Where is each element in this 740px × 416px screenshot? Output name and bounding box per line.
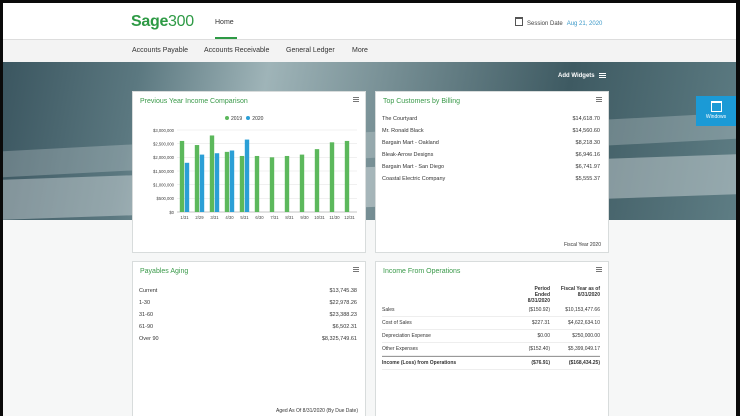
home-tab[interactable]: Home [215,19,234,26]
menu-icon [598,73,606,78]
session-date-value[interactable]: Aug 21, 2020 [567,21,603,27]
aging-list: Current $13,745.38 1-30 $22,978.26 31-60 $2… [139,286,357,346]
list-item[interactable]: Bargain Mart - San Diego $6,741.97 [382,162,600,174]
bar-2019-1/31[interactable] [179,140,185,212]
add-widgets-button[interactable]: Add Widgets [558,73,606,79]
windows-label: Windows [705,114,727,120]
income-bar-chart: $0 $500,000 $1,000,000 $1,500,000 $2,000,000… [153,128,357,220]
widget-footer: Fiscal Year 2020 [564,242,601,248]
list-item[interactable]: Bargain Mart - Oakland $8,218.30 [382,138,600,150]
col-fiscal-year: Fiscal Year as of 8/31/2020 [560,286,600,298]
table-row[interactable]: Cost of Sales $227.31 $4,622,634.10 [382,317,600,330]
app-window: Sage300 Home Session Date Aug 21, 2020 Ac… [3,3,736,416]
income-table: Period Ended 8/31/2020 Fiscal Year as of… [382,286,600,370]
logo-number: 300 [168,13,194,30]
widget-top-customers: Top Customers by Billing The Courtyard $1… [375,91,609,253]
top-bar: Sage300 Home Session Date Aug 21, 2020 [3,3,736,39]
bar-2019-5/31[interactable] [239,155,245,212]
table-row[interactable]: Other Expenses ($152.40) $5,399,049.17 [382,343,600,356]
nav-accounts-payable[interactable]: Accounts Payable [132,47,188,54]
bar-2020-2/29[interactable] [199,154,205,212]
widget-menu-icon[interactable] [596,97,602,102]
logo-word: Sage [131,13,169,30]
widget-title: Payables Aging [140,268,189,275]
bar-2019-11/30[interactable] [329,142,335,212]
widget-menu-icon[interactable] [353,97,359,102]
x-tick-label: 6/30 [255,215,264,220]
widget-menu-icon[interactable] [596,267,602,272]
x-tick-label: 4/30 [225,215,234,220]
list-item[interactable]: Bleak-Arrow Designs $6,946.16 [382,150,600,162]
hero-background [3,62,736,220]
x-tick-label: 2/29 [195,215,204,220]
x-tick-label: 9/30 [300,215,309,220]
y-tick-label: $3,000,000 [153,128,175,133]
bar-2020-5/31[interactable] [244,139,250,212]
window-icon [710,101,722,112]
list-item[interactable]: The Courtyard $14,618.70 [382,114,600,126]
bar-2019-6/30[interactable] [254,155,260,212]
module-nav: Accounts Payable Accounts Receivable Gen… [3,39,736,63]
widget-payables-aging: Payables Aging Current $13,745.38 1-30 $22… [132,261,366,416]
table-row[interactable]: Depreciation Expense $0.00 $250,000.00 [382,330,600,343]
add-widgets-label: Add Widgets [558,73,595,79]
bar-2020-3/31[interactable] [214,153,220,212]
x-tick-label: 3/31 [210,215,219,220]
table-header: Period Ended 8/31/2020 Fiscal Year as of… [382,286,600,304]
y-tick-label: $1,500,000 [153,169,175,174]
y-tick-label: $2,500,000 [153,141,175,146]
widget-title: Income From Operations [383,268,461,275]
bar-2019-4/30[interactable] [224,151,230,212]
y-tick-label: $0 [169,210,174,215]
bar-2019-12/31[interactable] [344,140,350,212]
widget-footer: Aged As Of 8/31/2020 (By Due Date) [276,408,358,414]
widget-title: Top Customers by Billing [383,98,461,105]
sage-logo[interactable]: Sage300 [131,13,194,31]
table-row-total[interactable]: Income (Loss) from Operations ($76.91) ($1… [382,356,600,370]
col-period-ended: Period Ended 8/31/2020 [527,286,550,304]
y-tick-label: $2,000,000 [153,155,175,160]
nav-more[interactable]: More [352,47,368,54]
x-tick-label: 8/31 [285,215,294,220]
bar-2019-10/31[interactable] [314,149,320,212]
list-item[interactable]: 1-30 $22,978.26 [139,298,357,310]
bar-2019-8/31[interactable] [284,155,290,212]
x-tick-label: 10/31 [314,215,325,220]
list-item[interactable]: 61-90 $6,502.31 [139,322,357,334]
list-item[interactable]: Current $13,745.38 [139,286,357,298]
nav-general-ledger[interactable]: General Ledger [286,47,335,54]
x-tick-label: 11/30 [329,215,340,220]
session-date[interactable]: Session Date Aug 21, 2020 [515,17,602,27]
bar-2020-4/30[interactable] [229,150,235,213]
nav-accounts-receivable[interactable]: Accounts Receivable [204,47,269,54]
content-background [3,220,736,416]
x-tick-label: 5/31 [240,215,249,220]
calendar-icon [515,17,523,26]
y-tick-label: $500,000 [157,196,175,201]
x-tick-label: 12/31 [344,215,355,220]
widget-title: Previous Year Income Comparison [140,98,248,105]
windows-button[interactable]: Windows [696,96,736,126]
widget-income-operations: Income From Operations Period Ended 8/31… [375,261,609,416]
bar-2019-9/30[interactable] [299,154,305,212]
list-item[interactable]: Mr. Ronald Black $14,560.60 [382,126,600,138]
legend-swatch-2019 [225,116,229,120]
x-tick-label: 1/31 [180,215,189,220]
legend-swatch-2020 [246,116,251,120]
list-item[interactable]: 31-60 $23,388.23 [139,310,357,322]
widget-income-comparison: Previous Year Income Comparison 2019 202… [132,91,366,253]
x-tick-label: 7/31 [270,215,279,220]
list-item[interactable]: Over 90 $8,325,749.61 [139,334,357,346]
widget-menu-icon[interactable] [353,267,359,272]
bar-2019-3/31[interactable] [209,135,215,212]
y-tick-label: $1,000,000 [153,182,175,187]
bar-2019-7/31[interactable] [269,157,275,212]
bar-2020-1/31[interactable] [184,162,190,212]
session-label: Session Date [527,21,563,27]
bar-2019-2/29[interactable] [194,145,200,212]
table-row[interactable]: Sales ($150.92) $10,153,477.66 [382,304,600,317]
customer-list: The Courtyard $14,618.70 Mr. Ronald Black… [382,114,600,186]
list-item[interactable]: Coastal Electric Company $5,555.37 [382,174,600,186]
